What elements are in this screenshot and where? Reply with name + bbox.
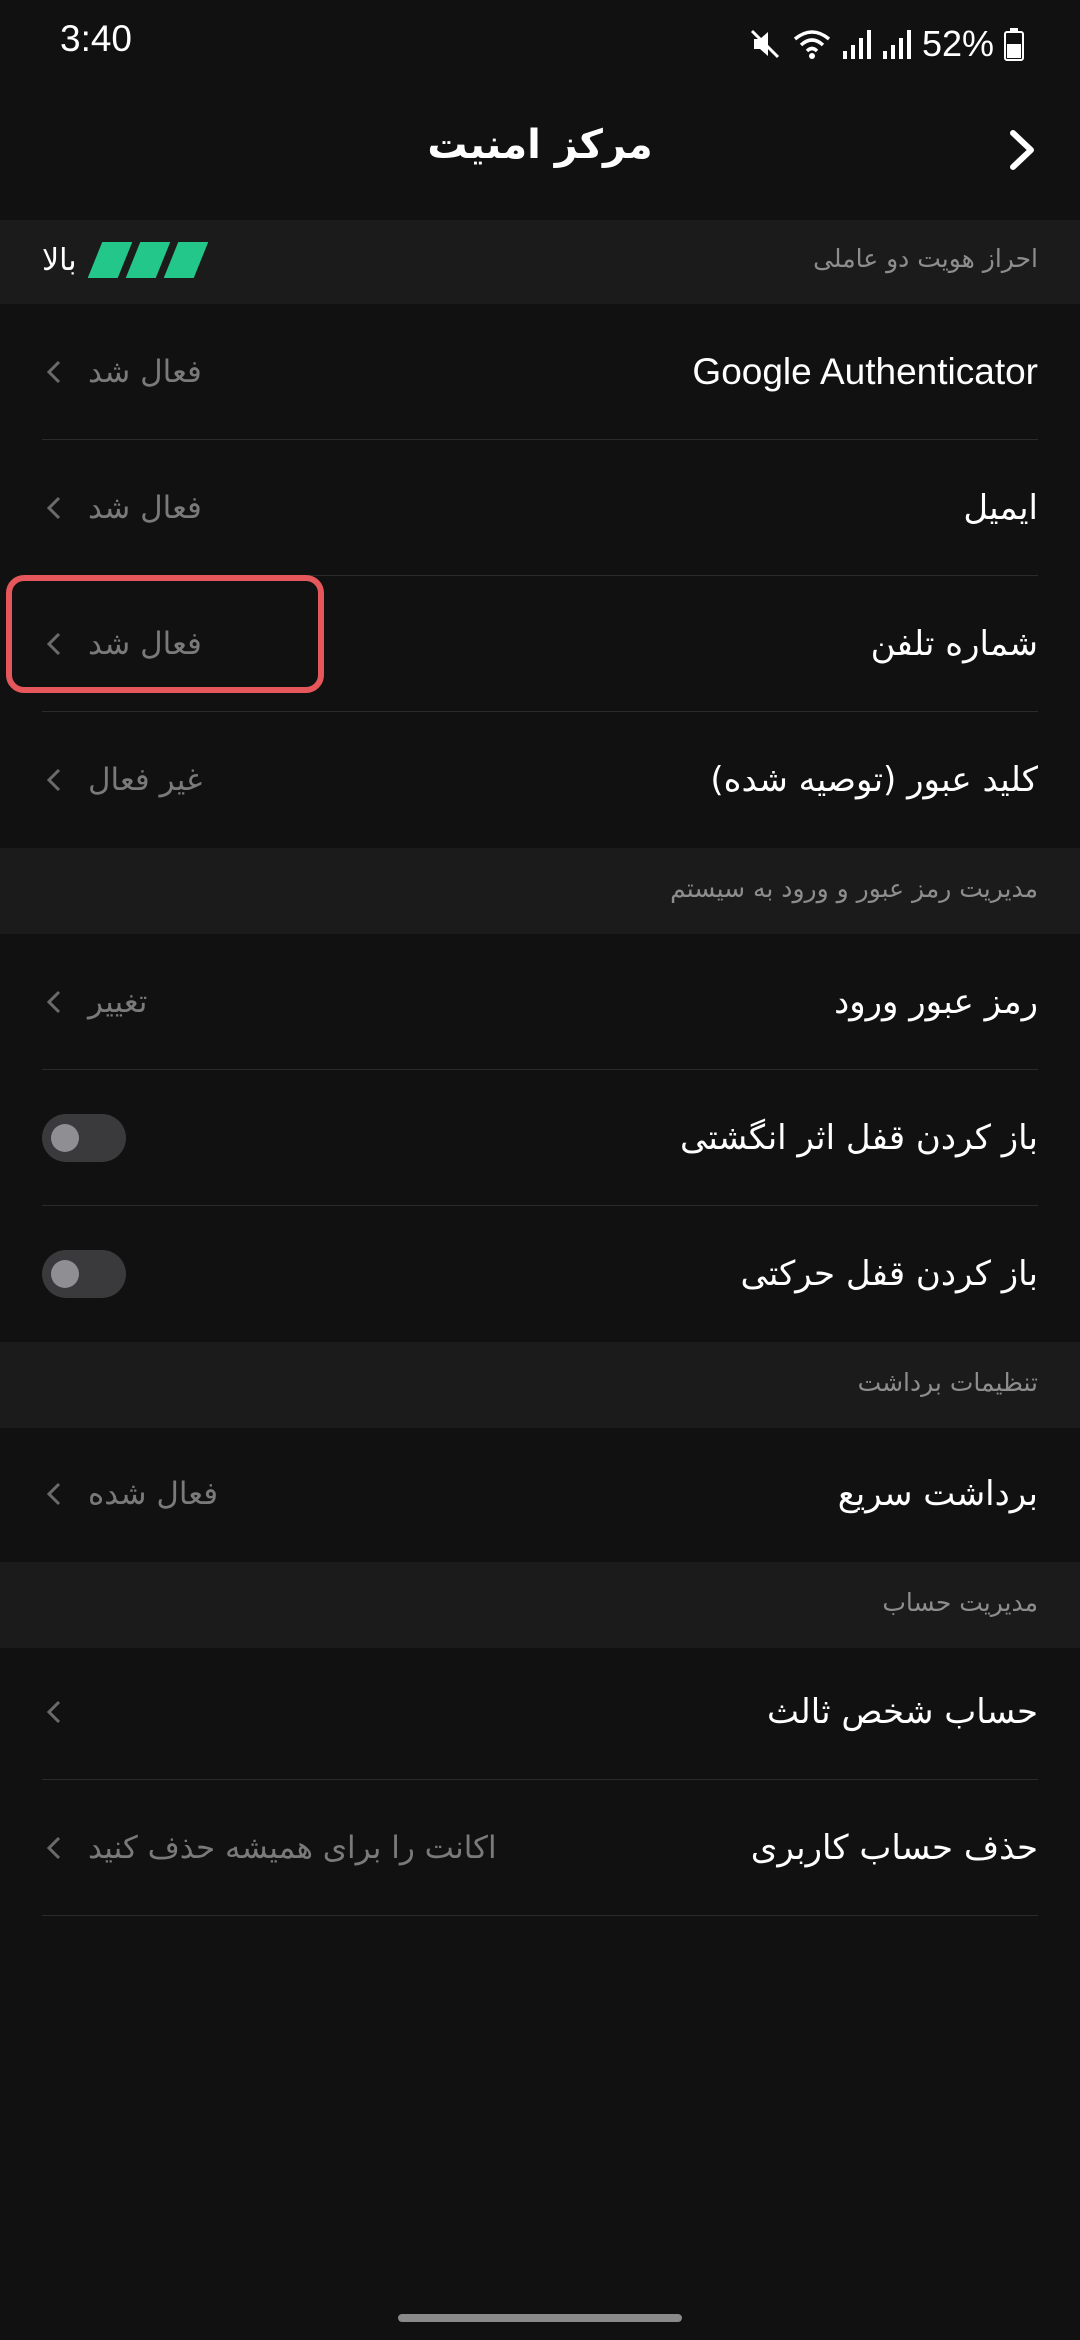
level-bar	[125, 242, 170, 278]
security-level: بالا	[42, 242, 208, 278]
row-title: کلید عبور (توصیه شده)	[710, 760, 1038, 800]
section-label: احراز هویت دو عاملی	[813, 244, 1038, 273]
row-third-party-account[interactable]: حساب شخص ثالث	[0, 1644, 1080, 1780]
row-value: غیر فعال	[88, 762, 203, 798]
level-bar	[163, 242, 208, 278]
section-two-factor: احراز هویت دو عاملی بالا	[0, 220, 1080, 304]
chevron-left-icon	[42, 493, 66, 523]
row-title: رمز عبور ورود	[834, 982, 1038, 1022]
row-value: تغییر	[88, 984, 148, 1020]
row-google-authenticator[interactable]: Google Authenticator فعال شد	[0, 304, 1080, 440]
chevron-left-icon	[42, 357, 66, 387]
status-icons: 52%	[748, 20, 1024, 68]
section-withdraw: تنظیمات برداشت	[0, 1342, 1080, 1428]
row-title: حساب شخص ثالث	[767, 1692, 1038, 1732]
fingerprint-toggle[interactable]	[42, 1114, 126, 1162]
row-title: Google Authenticator	[692, 351, 1038, 392]
status-time: 3:40	[60, 18, 133, 59]
row-title: باز کردن قفل اثر انگشتی	[679, 1118, 1038, 1158]
security-level-bars	[87, 242, 208, 278]
row-quick-withdraw[interactable]: برداشت سریع فعال شده	[0, 1426, 1080, 1562]
toggle-knob	[51, 1260, 79, 1288]
section-label: مدیریت رمز عبور و ورود به سیستم	[670, 874, 1038, 903]
gesture-toggle[interactable]	[42, 1250, 126, 1298]
row-value: اکانت را برای همیشه حذف کنید	[88, 1830, 497, 1866]
section-password: مدیریت رمز عبور و ورود به سیستم	[0, 848, 1080, 934]
row-value: فعال شده	[88, 1476, 219, 1512]
chevron-left-icon	[42, 1697, 66, 1727]
section-account: مدیریت حساب	[0, 1562, 1080, 1648]
chevron-left-icon	[42, 765, 66, 795]
row-email[interactable]: ایمیل فعال شد	[0, 440, 1080, 576]
battery-icon	[1004, 27, 1024, 61]
divider	[42, 1915, 1038, 1916]
chevron-left-icon	[42, 1479, 66, 1509]
section-label: تنظیمات برداشت	[857, 1368, 1038, 1397]
mute-icon	[748, 27, 782, 61]
security-level-label: بالا	[42, 242, 77, 278]
row-title: برداشت سریع	[837, 1474, 1038, 1514]
row-gesture-unlock: باز کردن قفل حرکتی	[0, 1206, 1080, 1342]
row-title: ایمیل	[963, 488, 1038, 528]
chevron-right-icon	[1010, 130, 1034, 170]
row-login-password[interactable]: رمز عبور ورود تغییر	[0, 934, 1080, 1070]
page-title: مرکز امنیت	[427, 122, 653, 168]
header: مرکز امنیت	[0, 90, 1080, 220]
row-value: فعال شد	[88, 626, 202, 662]
level-bar	[87, 242, 132, 278]
chevron-left-icon	[42, 629, 66, 659]
signal-icon	[842, 27, 872, 61]
wifi-icon	[792, 27, 832, 61]
row-value: فعال شد	[88, 490, 202, 526]
row-title: حذف حساب کاربری	[750, 1828, 1038, 1868]
row-value: فعال شد	[88, 354, 202, 390]
home-indicator[interactable]	[398, 2314, 682, 2322]
row-fingerprint-unlock: باز کردن قفل اثر انگشتی	[0, 1070, 1080, 1206]
row-passkey[interactable]: کلید عبور (توصیه شده) غیر فعال	[0, 712, 1080, 848]
row-title: باز کردن قفل حرکتی	[740, 1254, 1038, 1294]
back-button[interactable]	[992, 120, 1052, 180]
row-delete-account[interactable]: حذف حساب کاربری اکانت را برای همیشه حذف …	[0, 1780, 1080, 1916]
toggle-knob	[51, 1124, 79, 1152]
status-bar: 3:40 52%	[0, 0, 1080, 90]
battery-percent: 52%	[921, 23, 994, 64]
section-label: مدیریت حساب	[882, 1588, 1038, 1617]
chevron-left-icon	[42, 1833, 66, 1863]
row-title: شماره تلفن	[870, 624, 1038, 664]
signal-icon	[882, 27, 912, 61]
row-phone-number[interactable]: شماره تلفن فعال شد	[0, 576, 1080, 712]
chevron-left-icon	[42, 987, 66, 1017]
